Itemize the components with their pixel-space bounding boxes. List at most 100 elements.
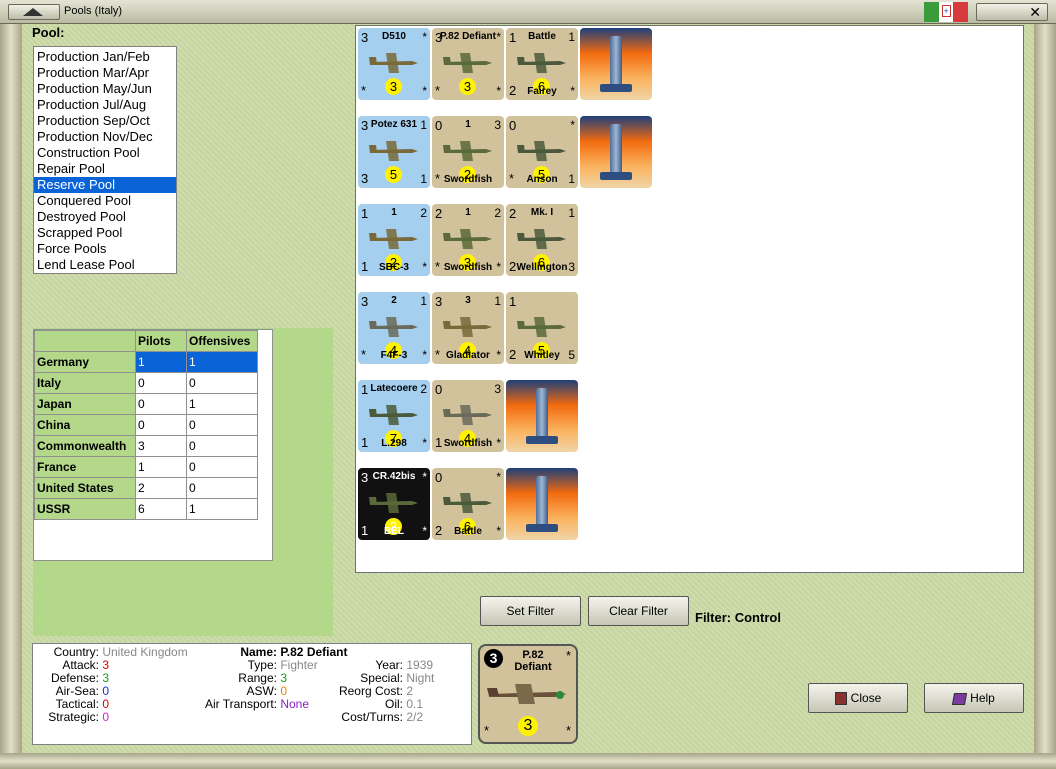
pool-item[interactable]: Production Mar/Apr: [34, 65, 176, 81]
selected-unit-counter: 3 P.82 Defiant * * 3 *: [478, 644, 578, 744]
nation-row[interactable]: Japan 0 1: [34, 393, 258, 415]
air-unit-counter[interactable]: 2 Mk. I 1 6 2 Wellington 3: [506, 204, 578, 276]
plane-icon: [369, 229, 418, 249]
plane-icon: [517, 317, 566, 337]
pool-item[interactable]: Scrapped Pool: [34, 225, 176, 241]
counter-circle: 3: [385, 78, 402, 95]
air-unit-counter[interactable]: 2 1 2 3 * Swordfish *: [432, 204, 504, 276]
help-button[interactable]: Help: [924, 683, 1024, 713]
offensives-cell[interactable]: 0: [186, 456, 258, 478]
pool-list[interactable]: Production Jan/Feb Production Mar/Apr Prod…: [33, 46, 177, 274]
tower-icon: [536, 388, 548, 438]
pool-item[interactable]: Force Pools: [34, 241, 176, 257]
pool-item[interactable]: Production May/Jun: [34, 81, 176, 97]
year-value: 1939: [406, 658, 434, 672]
naval-unit-counter[interactable]: [506, 380, 578, 452]
pilots-cell[interactable]: 1: [135, 351, 187, 373]
pool-item[interactable]: Repair Pool: [34, 161, 176, 177]
counter-circle: 3: [459, 78, 476, 95]
air-unit-counter[interactable]: 0 3 4 1 Swordfish *: [432, 380, 504, 452]
naval-unit-counter[interactable]: [580, 28, 652, 100]
pool-item[interactable]: Reserve Pool: [34, 177, 176, 193]
close-button[interactable]: Close: [808, 683, 908, 713]
counter-name: Wellington: [516, 262, 568, 273]
counter-title: Mk. I: [530, 207, 554, 218]
counter-bottom-right: *: [422, 260, 427, 274]
counter-name: BEL: [384, 526, 404, 537]
close-button-label: Close: [850, 691, 882, 705]
counter-name: Whitley: [524, 350, 560, 361]
air-unit-counter[interactable]: 1 5 2 Whitley 5: [506, 292, 578, 364]
pilots-cell[interactable]: 1: [135, 456, 187, 478]
offensives-cell[interactable]: 0: [186, 414, 258, 436]
pilots-cell[interactable]: 6: [135, 498, 187, 520]
air-unit-counter[interactable]: 0 * 5 * Anson 1: [506, 116, 578, 188]
pool-item[interactable]: Conquered Pool: [34, 193, 176, 209]
plane-icon: [443, 405, 492, 425]
counter-top-right: 1: [568, 206, 575, 220]
pilots-cell[interactable]: 0: [135, 414, 187, 436]
pilots-cell[interactable]: 0: [135, 393, 187, 415]
clear-filter-button[interactable]: Clear Filter: [588, 596, 689, 626]
window-frame-bottom: [0, 753, 1056, 769]
pool-item[interactable]: Destroyed Pool: [34, 209, 176, 225]
naval-unit-counter[interactable]: [506, 468, 578, 540]
pool-item[interactable]: Production Jan/Feb: [34, 49, 176, 65]
close-window-button[interactable]: ✕: [976, 3, 1048, 21]
air-unit-counter[interactable]: 3 CR.42bis * 3 1 BEL *: [358, 468, 430, 540]
pilots-cell[interactable]: 2: [135, 477, 187, 499]
air-unit-counter[interactable]: 1 Battle 1 6 2 Fairey *: [506, 28, 578, 100]
nation-row[interactable]: Commonwealth 3 0: [34, 435, 258, 457]
air-unit-counter[interactable]: 0 * 6 2 Battle *: [432, 468, 504, 540]
pool-item[interactable]: Production Sep/Oct: [34, 113, 176, 129]
pool-item[interactable]: Production Nov/Dec: [34, 129, 176, 145]
air-unit-counter[interactable]: 1 Latecoere 2 7 1 L.298 *: [358, 380, 430, 452]
offensives-cell[interactable]: 1: [186, 351, 258, 373]
pool-item[interactable]: Production Jul/Aug: [34, 97, 176, 113]
nation-name: Commonwealth: [34, 435, 136, 457]
nation-table[interactable]: Pilots Offensives Germany 1 1 Italy 0 0 Japan 0…: [33, 329, 273, 561]
plane-icon: [443, 493, 492, 513]
costturns-label: Cost/Turns:: [341, 710, 403, 724]
pool-item[interactable]: Lend Lease Pool: [34, 257, 176, 273]
offensives-cell[interactable]: 0: [186, 435, 258, 457]
nation-row[interactable]: France 1 0: [34, 456, 258, 478]
offensives-cell[interactable]: 0: [186, 477, 258, 499]
counter-top-right: *: [496, 470, 501, 484]
naval-unit-counter[interactable]: [580, 116, 652, 188]
counter-top-left: 1: [509, 294, 517, 309]
counter-bottom-left: 3: [361, 171, 369, 186]
air-unit-counter[interactable]: 3 P.82 Defiant * 3 * *: [432, 28, 504, 100]
plane-icon: [369, 493, 418, 513]
pilots-cell[interactable]: 0: [135, 372, 187, 394]
pilots-cell[interactable]: 3: [135, 435, 187, 457]
plane-icon: [443, 53, 492, 73]
offensives-cell[interactable]: 0: [186, 372, 258, 394]
nation-name: France: [34, 456, 136, 478]
air-unit-counter[interactable]: 3 2 1 4 * F4F-3 *: [358, 292, 430, 364]
nation-row[interactable]: United States 2 0: [34, 477, 258, 499]
air-unit-counter[interactable]: 1 1 2 2 1 SBC-3 *: [358, 204, 430, 276]
nation-row[interactable]: USSR 6 1: [34, 498, 258, 520]
counter-name: Gladiator: [446, 350, 490, 361]
nation-row[interactable]: China 0 0: [34, 414, 258, 436]
nation-header-blank: [34, 330, 136, 352]
offensives-cell[interactable]: 1: [186, 498, 258, 520]
minimize-button[interactable]: [8, 4, 60, 20]
tower-icon: [610, 124, 622, 174]
air-unit-counter[interactable]: 0 1 3 2 * Swordfish: [432, 116, 504, 188]
plane-icon: [443, 229, 492, 249]
filter-status: Filter: Control: [695, 610, 781, 625]
strategic-value: 0: [102, 710, 110, 724]
title-bar[interactable]: Pools (Italy) + ✕: [0, 0, 1056, 24]
nation-row[interactable]: Italy 0 0: [34, 372, 258, 394]
air-unit-counter[interactable]: 3 Potez 631 1 5 3 1: [358, 116, 430, 188]
costturns-value: 2/2: [406, 710, 424, 724]
air-unit-counter[interactable]: 3 3 1 4 * Gladiator *: [432, 292, 504, 364]
nation-row[interactable]: Germany 1 1: [34, 351, 258, 373]
air-unit-counter[interactable]: 3 D510 * 3 * *: [358, 28, 430, 100]
pool-item[interactable]: Construction Pool: [34, 145, 176, 161]
offensives-cell[interactable]: 1: [186, 393, 258, 415]
set-filter-button[interactable]: Set Filter: [480, 596, 581, 626]
unit-counter-panel[interactable]: 3 D510 * 3 * * 3 P.82 Defiant * 3 * * 1 Battle 1 6 2 Fair…: [355, 25, 1024, 573]
